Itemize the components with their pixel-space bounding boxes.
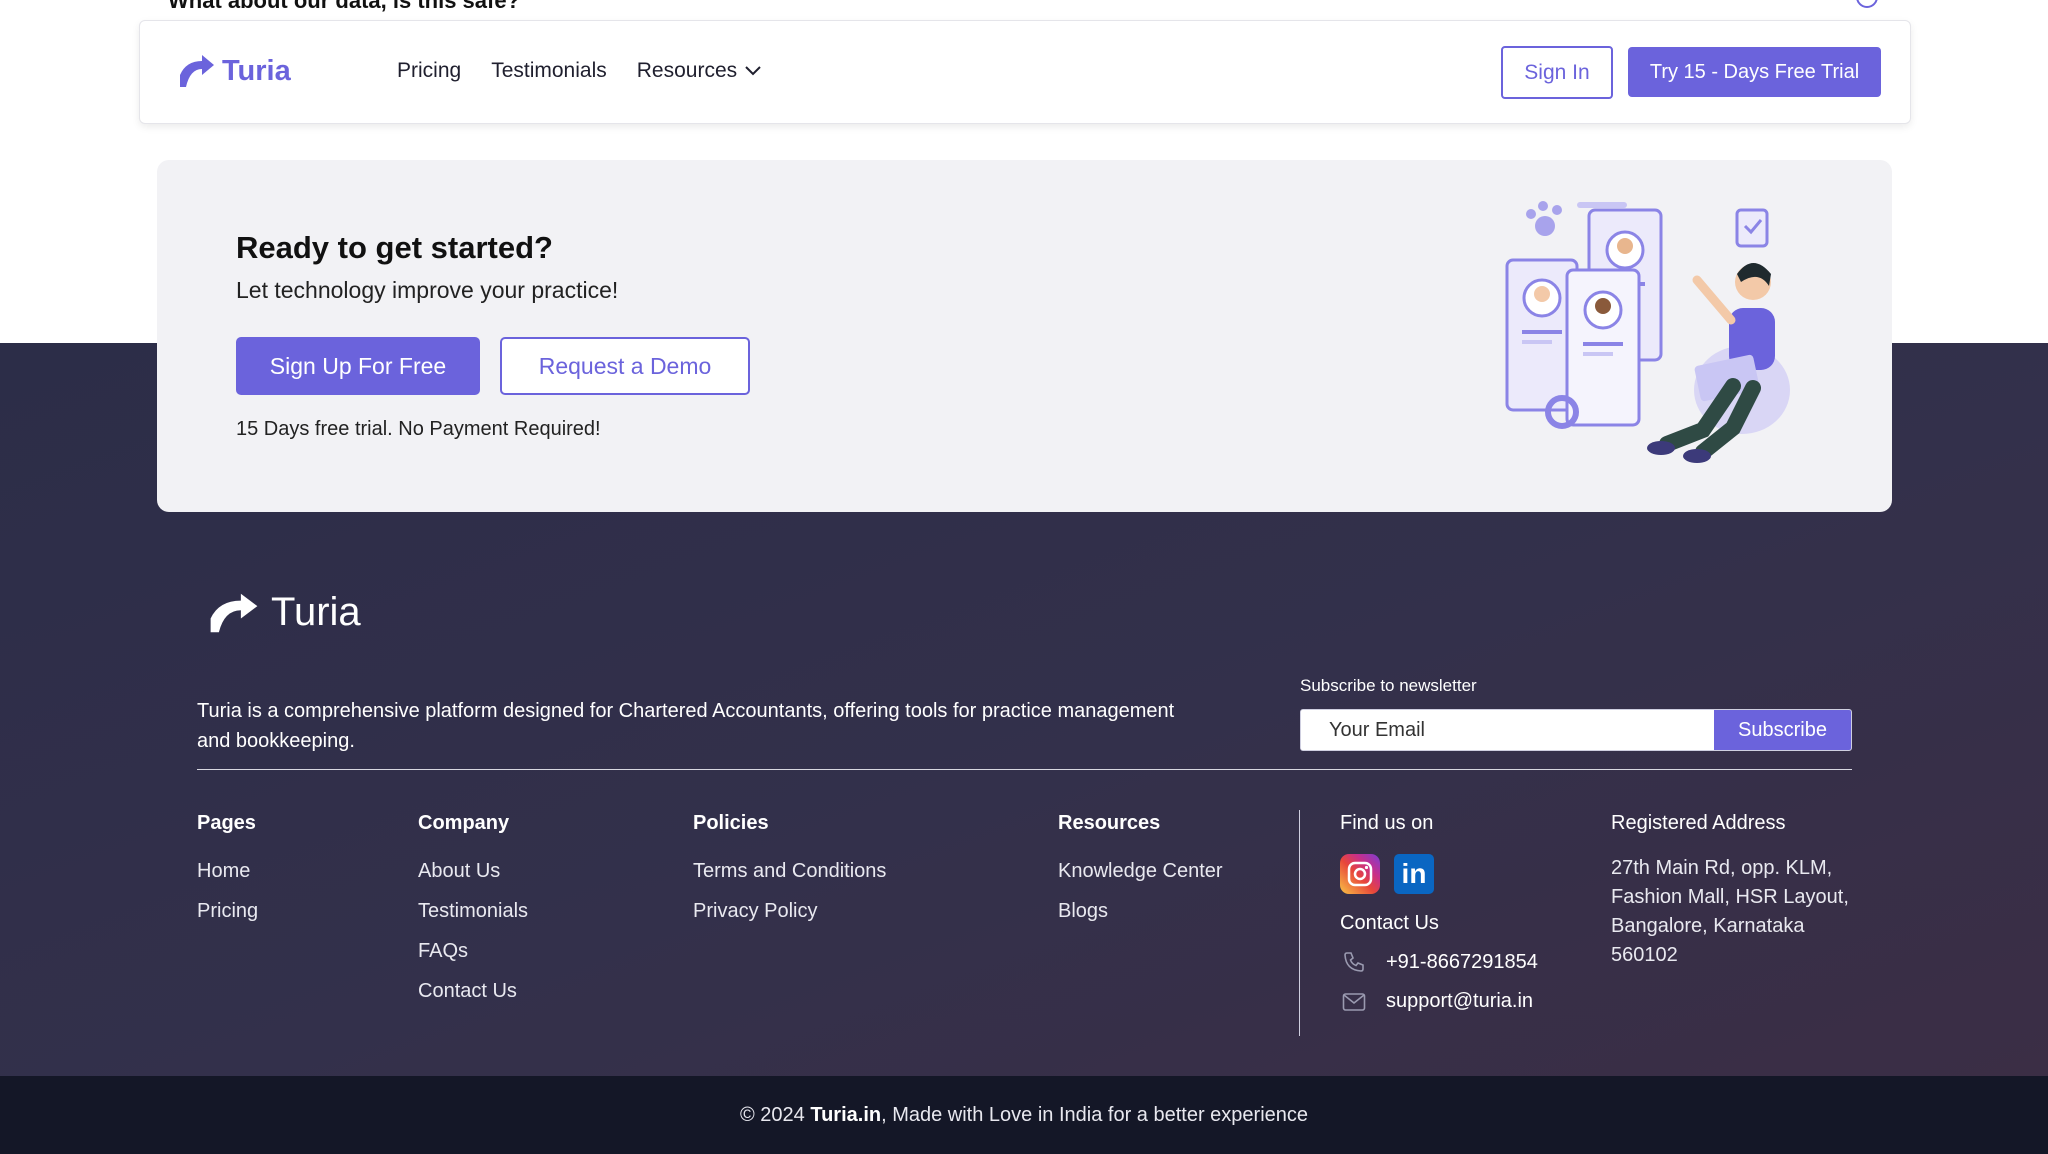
email-address: support@turia.in bbox=[1386, 990, 1534, 1012]
subscribe-button[interactable]: Subscribe bbox=[1714, 710, 1851, 750]
nav-item-testimonials[interactable]: Testimonials bbox=[491, 59, 607, 83]
footer-column-title: Policies bbox=[693, 812, 769, 834]
find-us-section: Find us on bbox=[1340, 812, 1433, 835]
footer-vertical-divider bbox=[1299, 810, 1300, 1036]
main-nav: Pricing Testimonials Resources bbox=[397, 59, 761, 83]
registered-address: 27th Main Rd, opp. KLM, Fashion Mall, HS… bbox=[1611, 857, 1849, 966]
footer-brand-logo[interactable]: Turia bbox=[205, 590, 361, 635]
footer-link-pricing[interactable]: Pricing bbox=[197, 899, 258, 923]
contact-us-label: Contact Us bbox=[1340, 912, 1439, 934]
footer-description: Turia is a comprehensive platform design… bbox=[197, 700, 1175, 752]
footer-brand-name: Turia bbox=[271, 590, 361, 634]
copyright-bar: © 2024 Turia.in, Made with Love in India… bbox=[0, 1076, 2048, 1154]
instagram-glyph-icon bbox=[1347, 861, 1373, 887]
footer-column-resources: Resources Knowledge Center Blogs bbox=[1058, 812, 1223, 939]
copyright-prefix: © 2024 bbox=[739, 1103, 805, 1126]
footer-link-knowledge-center[interactable]: Knowledge Center bbox=[1058, 859, 1223, 883]
copyright-suffix: , Made with Love in India for a better e… bbox=[881, 1103, 1309, 1126]
copyright-brand[interactable]: Turia.in bbox=[810, 1104, 881, 1127]
request-demo-button[interactable]: Request a Demo bbox=[500, 337, 750, 395]
footer-link-home[interactable]: Home bbox=[197, 859, 258, 883]
footer-link-terms[interactable]: Terms and Conditions bbox=[693, 859, 886, 883]
footer-link-testimonials[interactable]: Testimonials bbox=[418, 899, 528, 923]
footer-column-company: Company About Us Testimonials FAQs Conta… bbox=[418, 812, 528, 1019]
newsletter-label: Subscribe to newsletter bbox=[1300, 676, 1477, 695]
social-links: in bbox=[1340, 854, 1434, 894]
footer-link-faqs[interactable]: FAQs bbox=[418, 939, 528, 963]
cta-title: Ready to get started? bbox=[236, 230, 553, 265]
brand-name: Turia bbox=[222, 54, 291, 87]
newsletter-email-input[interactable] bbox=[1301, 710, 1714, 750]
footer-column-title: Company bbox=[418, 812, 510, 834]
faq-toggle-icon[interactable] bbox=[1856, 0, 1878, 8]
team-illustration bbox=[1505, 201, 1790, 463]
registered-address-title: Registered Address bbox=[1611, 812, 1786, 834]
faq-question-peek[interactable]: What about our data, is this safe? bbox=[168, 0, 520, 14]
brand-logo[interactable]: Turia bbox=[176, 53, 291, 89]
turia-logo-icon bbox=[210, 593, 258, 632]
free-trial-button[interactable]: Try 15 - Days Free Trial bbox=[1628, 47, 1881, 97]
footer-link-blogs[interactable]: Blogs bbox=[1058, 899, 1223, 923]
cta-note: 15 Days free trial. No Payment Required! bbox=[236, 418, 601, 440]
footer-divider bbox=[197, 769, 1852, 770]
nav-item-pricing[interactable]: Pricing bbox=[397, 59, 461, 83]
phone-number: +91-8667291854 bbox=[1386, 950, 1538, 973]
sign-in-button[interactable]: Sign In bbox=[1501, 46, 1613, 99]
footer-link-about-us[interactable]: About Us bbox=[418, 859, 528, 883]
footer-link-contact-us[interactable]: Contact Us bbox=[418, 979, 528, 1003]
instagram-icon[interactable] bbox=[1340, 854, 1380, 894]
chevron-down-icon bbox=[745, 66, 761, 76]
footer-column-title: Pages bbox=[197, 812, 256, 834]
footer-column-policies: Policies Terms and Conditions Privacy Po… bbox=[693, 812, 886, 939]
contact-phone[interactable]: +91-8667291854 bbox=[1342, 950, 1538, 974]
phone-icon bbox=[1344, 952, 1364, 972]
footer-column-pages: Pages Home Pricing bbox=[197, 812, 258, 939]
linkedin-icon[interactable]: in bbox=[1394, 854, 1434, 894]
sign-up-button[interactable]: Sign Up For Free bbox=[236, 337, 480, 395]
site-header: Turia Pricing Testimonials Resources Sig… bbox=[139, 20, 1911, 124]
nav-item-resources-label: Resources bbox=[636, 59, 738, 82]
footer-link-privacy[interactable]: Privacy Policy bbox=[693, 899, 886, 923]
newsletter-form: Subscribe bbox=[1300, 709, 1852, 751]
contact-email[interactable]: support@turia.in bbox=[1342, 990, 1533, 1013]
nav-item-resources[interactable]: Resources bbox=[637, 59, 761, 83]
cta-card: Ready to get started? Let technology imp… bbox=[157, 160, 1892, 512]
turia-logo-icon bbox=[180, 55, 214, 87]
footer-column-title: Resources bbox=[1058, 812, 1161, 834]
cta-subtitle: Let technology improve your practice! bbox=[236, 277, 619, 303]
find-us-label: Find us on bbox=[1340, 812, 1434, 834]
mail-icon bbox=[1342, 992, 1366, 1011]
